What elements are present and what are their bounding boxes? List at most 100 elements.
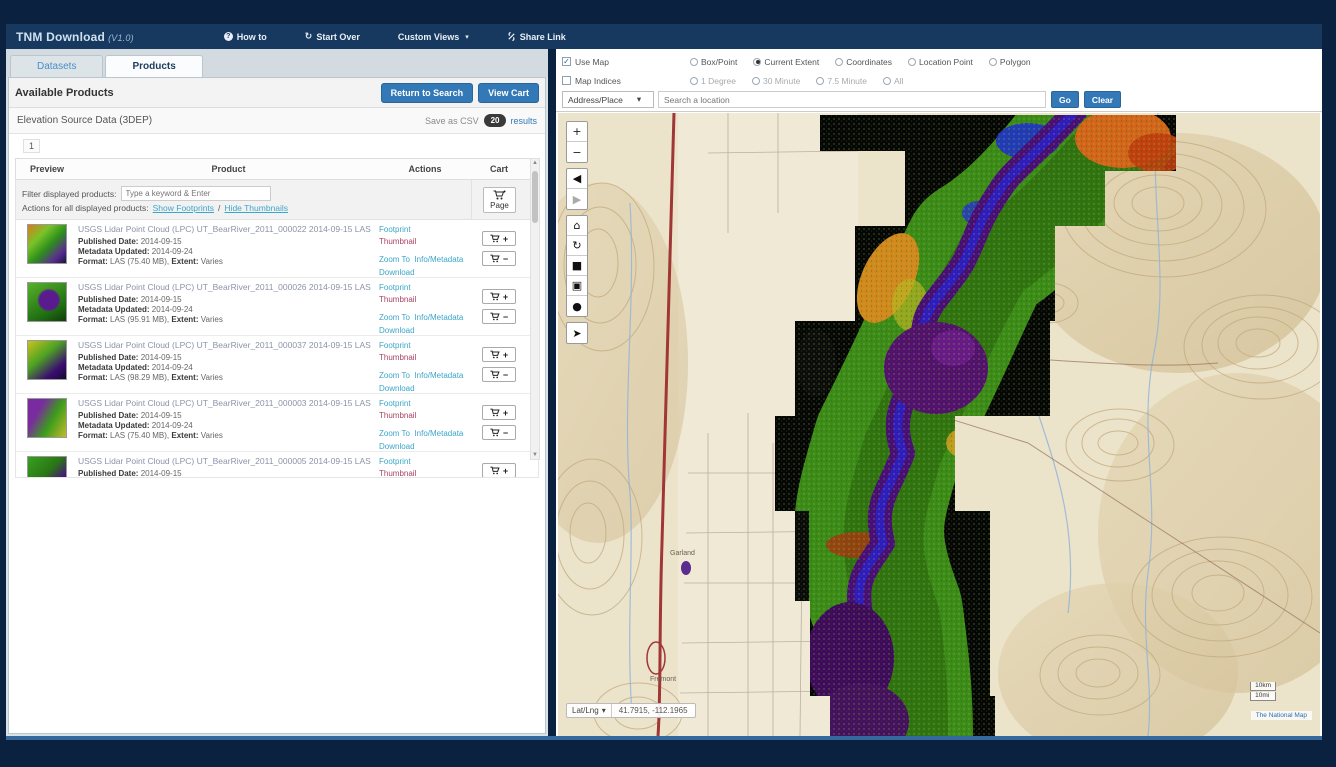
radio-location-point[interactable]: Location Point xyxy=(908,57,973,67)
view-cart-button[interactable]: View Cart xyxy=(478,83,539,103)
panel-tabbar: Datasets Products xyxy=(6,49,548,77)
previous-extent-button[interactable]: ◀ xyxy=(567,169,587,189)
products-table: Preview Product Actions Cart Filter disp… xyxy=(15,158,539,478)
remove-from-cart-button[interactable]: − xyxy=(482,309,516,324)
footprint-link[interactable]: Footprint xyxy=(379,225,471,236)
footprint-link[interactable]: Footprint xyxy=(379,399,471,410)
dataset-header-bar: Elevation Source Data (3DEP) Save as CSV… xyxy=(9,108,545,134)
share-link-menu-item[interactable]: Share Link xyxy=(507,31,566,42)
add-to-cart-button[interactable]: + xyxy=(482,231,516,246)
filter-input[interactable] xyxy=(121,186,271,201)
box-select-button[interactable]: ▣ xyxy=(567,276,587,296)
download-link[interactable]: Download xyxy=(379,268,471,279)
product-list: USGS Lidar Point Cloud (LPC) UT_BearRive… xyxy=(15,220,539,478)
info-metadata-link[interactable]: Info/Metadata xyxy=(414,313,463,322)
footprint-link[interactable]: Footprint xyxy=(379,341,471,352)
cart-icon xyxy=(490,234,501,243)
next-extent-button[interactable]: ▶ xyxy=(567,189,587,209)
search-type-select[interactable]: Address/Place ▾ xyxy=(562,91,654,108)
scrollbar-thumb[interactable] xyxy=(532,171,538,223)
zoom-to-link[interactable]: Zoom To xyxy=(379,429,410,438)
custom-views-menu-item[interactable]: Custom Views ▾ xyxy=(398,31,469,42)
go-button[interactable]: Go xyxy=(1051,91,1079,108)
radio-7-5-minute[interactable]: 7.5 Minute xyxy=(816,76,867,86)
howto-menu-item[interactable]: ? How to xyxy=(224,31,267,42)
footprint-link[interactable]: Footprint xyxy=(379,457,471,468)
add-to-cart-button[interactable]: + xyxy=(482,405,516,420)
footprint-link[interactable]: Footprint xyxy=(379,283,471,294)
globe-button[interactable]: ● xyxy=(567,296,587,316)
results-link[interactable]: results xyxy=(510,116,537,126)
download-link[interactable]: Download xyxy=(379,442,471,453)
product-thumbnail[interactable] xyxy=(27,340,67,380)
info-metadata-link[interactable]: Info/Metadata xyxy=(414,371,463,380)
pagination-row: 1 xyxy=(9,134,545,158)
show-footprints-link[interactable]: Show Footprints xyxy=(153,203,214,213)
radio-coordinates[interactable]: Coordinates xyxy=(835,57,892,67)
radio-current-extent[interactable]: Current Extent xyxy=(753,57,819,67)
tab-datasets[interactable]: Datasets xyxy=(10,55,103,77)
tab-products[interactable]: Products xyxy=(105,55,202,77)
radio-30-minute[interactable]: 30 Minute xyxy=(752,76,800,86)
product-title: USGS Lidar Point Cloud (LPC) UT_BearRive… xyxy=(78,224,375,235)
zoom-out-button[interactable]: − xyxy=(567,142,587,162)
scroll-down-icon[interactable]: ▼ xyxy=(531,452,539,458)
refresh-map-button[interactable]: ↻ xyxy=(567,236,587,256)
add-to-cart-button[interactable]: + xyxy=(482,463,516,478)
chevron-down-icon: ▾ xyxy=(637,94,641,105)
map-indices-checkbox[interactable] xyxy=(562,76,571,85)
add-page-to-cart-button[interactable]: Page xyxy=(483,187,516,213)
home-extent-button[interactable]: ⌂ xyxy=(567,216,587,236)
zoom-to-link[interactable]: Zoom To xyxy=(379,371,410,380)
table-row: USGS Lidar Point Cloud (LPC) UT_BearRive… xyxy=(16,336,538,394)
column-header-preview: Preview xyxy=(16,164,78,174)
filter-label: Filter displayed products: xyxy=(22,189,117,199)
thumbnail-link[interactable]: Thumbnail xyxy=(379,237,471,248)
clear-button[interactable]: Clear xyxy=(1084,91,1121,108)
full-extent-button[interactable]: ■ xyxy=(567,256,587,276)
return-to-search-button[interactable]: Return to Search xyxy=(381,83,474,103)
remove-from-cart-button[interactable]: − xyxy=(482,367,516,382)
product-thumbnail[interactable] xyxy=(27,224,67,264)
add-to-cart-button[interactable]: + xyxy=(482,289,516,304)
download-link[interactable]: Download xyxy=(379,384,471,395)
scroll-up-icon[interactable]: ▲ xyxy=(531,160,539,166)
zoom-in-button[interactable]: + xyxy=(567,122,587,142)
app-version: (V1.0) xyxy=(108,33,134,43)
pointer-tool-button[interactable]: ➤ xyxy=(567,323,587,343)
thumbnail-link[interactable]: Thumbnail xyxy=(379,295,471,306)
info-metadata-link[interactable]: Info/Metadata xyxy=(414,255,463,264)
zoom-to-link[interactable]: Zoom To xyxy=(379,313,410,322)
table-header-row: Preview Product Actions Cart xyxy=(15,158,539,180)
product-thumbnail[interactable] xyxy=(27,398,67,438)
radio-all[interactable]: All xyxy=(883,76,903,86)
map-canvas[interactable]: Garland Fremont xyxy=(558,113,1320,736)
location-search-input[interactable] xyxy=(658,91,1046,108)
latlng-mode-select[interactable]: Lat/Lng ▾ xyxy=(567,704,612,717)
download-link[interactable]: Download xyxy=(379,326,471,337)
remove-from-cart-button[interactable]: − xyxy=(482,251,516,266)
save-as-csv-link[interactable]: Save as CSV xyxy=(425,116,479,126)
thumbnail-link[interactable]: Thumbnail xyxy=(379,469,471,478)
hide-thumbnails-link[interactable]: Hide Thumbnails xyxy=(224,203,288,213)
remove-from-cart-button[interactable]: − xyxy=(482,425,516,440)
cart-icon xyxy=(490,466,501,475)
app-title: TNM Download(V1.0) xyxy=(16,30,134,44)
use-map-checkbox[interactable]: ✓ xyxy=(562,57,571,66)
list-scrollbar[interactable]: ▲ ▼ xyxy=(530,158,540,460)
thumbnail-link[interactable]: Thumbnail xyxy=(379,353,471,364)
info-metadata-link[interactable]: Info/Metadata xyxy=(414,429,463,438)
product-thumbnail[interactable] xyxy=(27,456,67,478)
map-toolbar: + − ◀ ▶ ⌂ ↻ ■ ▣ ● ➤ xyxy=(566,121,588,344)
radio-polygon[interactable]: Polygon xyxy=(989,57,1031,67)
refresh-icon: ↻ xyxy=(305,31,313,42)
product-thumbnail[interactable] xyxy=(27,282,67,322)
radio-1-degree[interactable]: 1 Degree xyxy=(690,76,736,86)
start-over-menu-item[interactable]: ↻ Start Over xyxy=(305,31,360,42)
map-label-fremont: Fremont xyxy=(650,676,676,683)
page-number-button[interactable]: 1 xyxy=(23,139,40,153)
zoom-to-link[interactable]: Zoom To xyxy=(379,255,410,264)
radio-box-point[interactable]: Box/Point xyxy=(690,57,737,67)
add-to-cart-button[interactable]: + xyxy=(482,347,516,362)
thumbnail-link[interactable]: Thumbnail xyxy=(379,411,471,422)
